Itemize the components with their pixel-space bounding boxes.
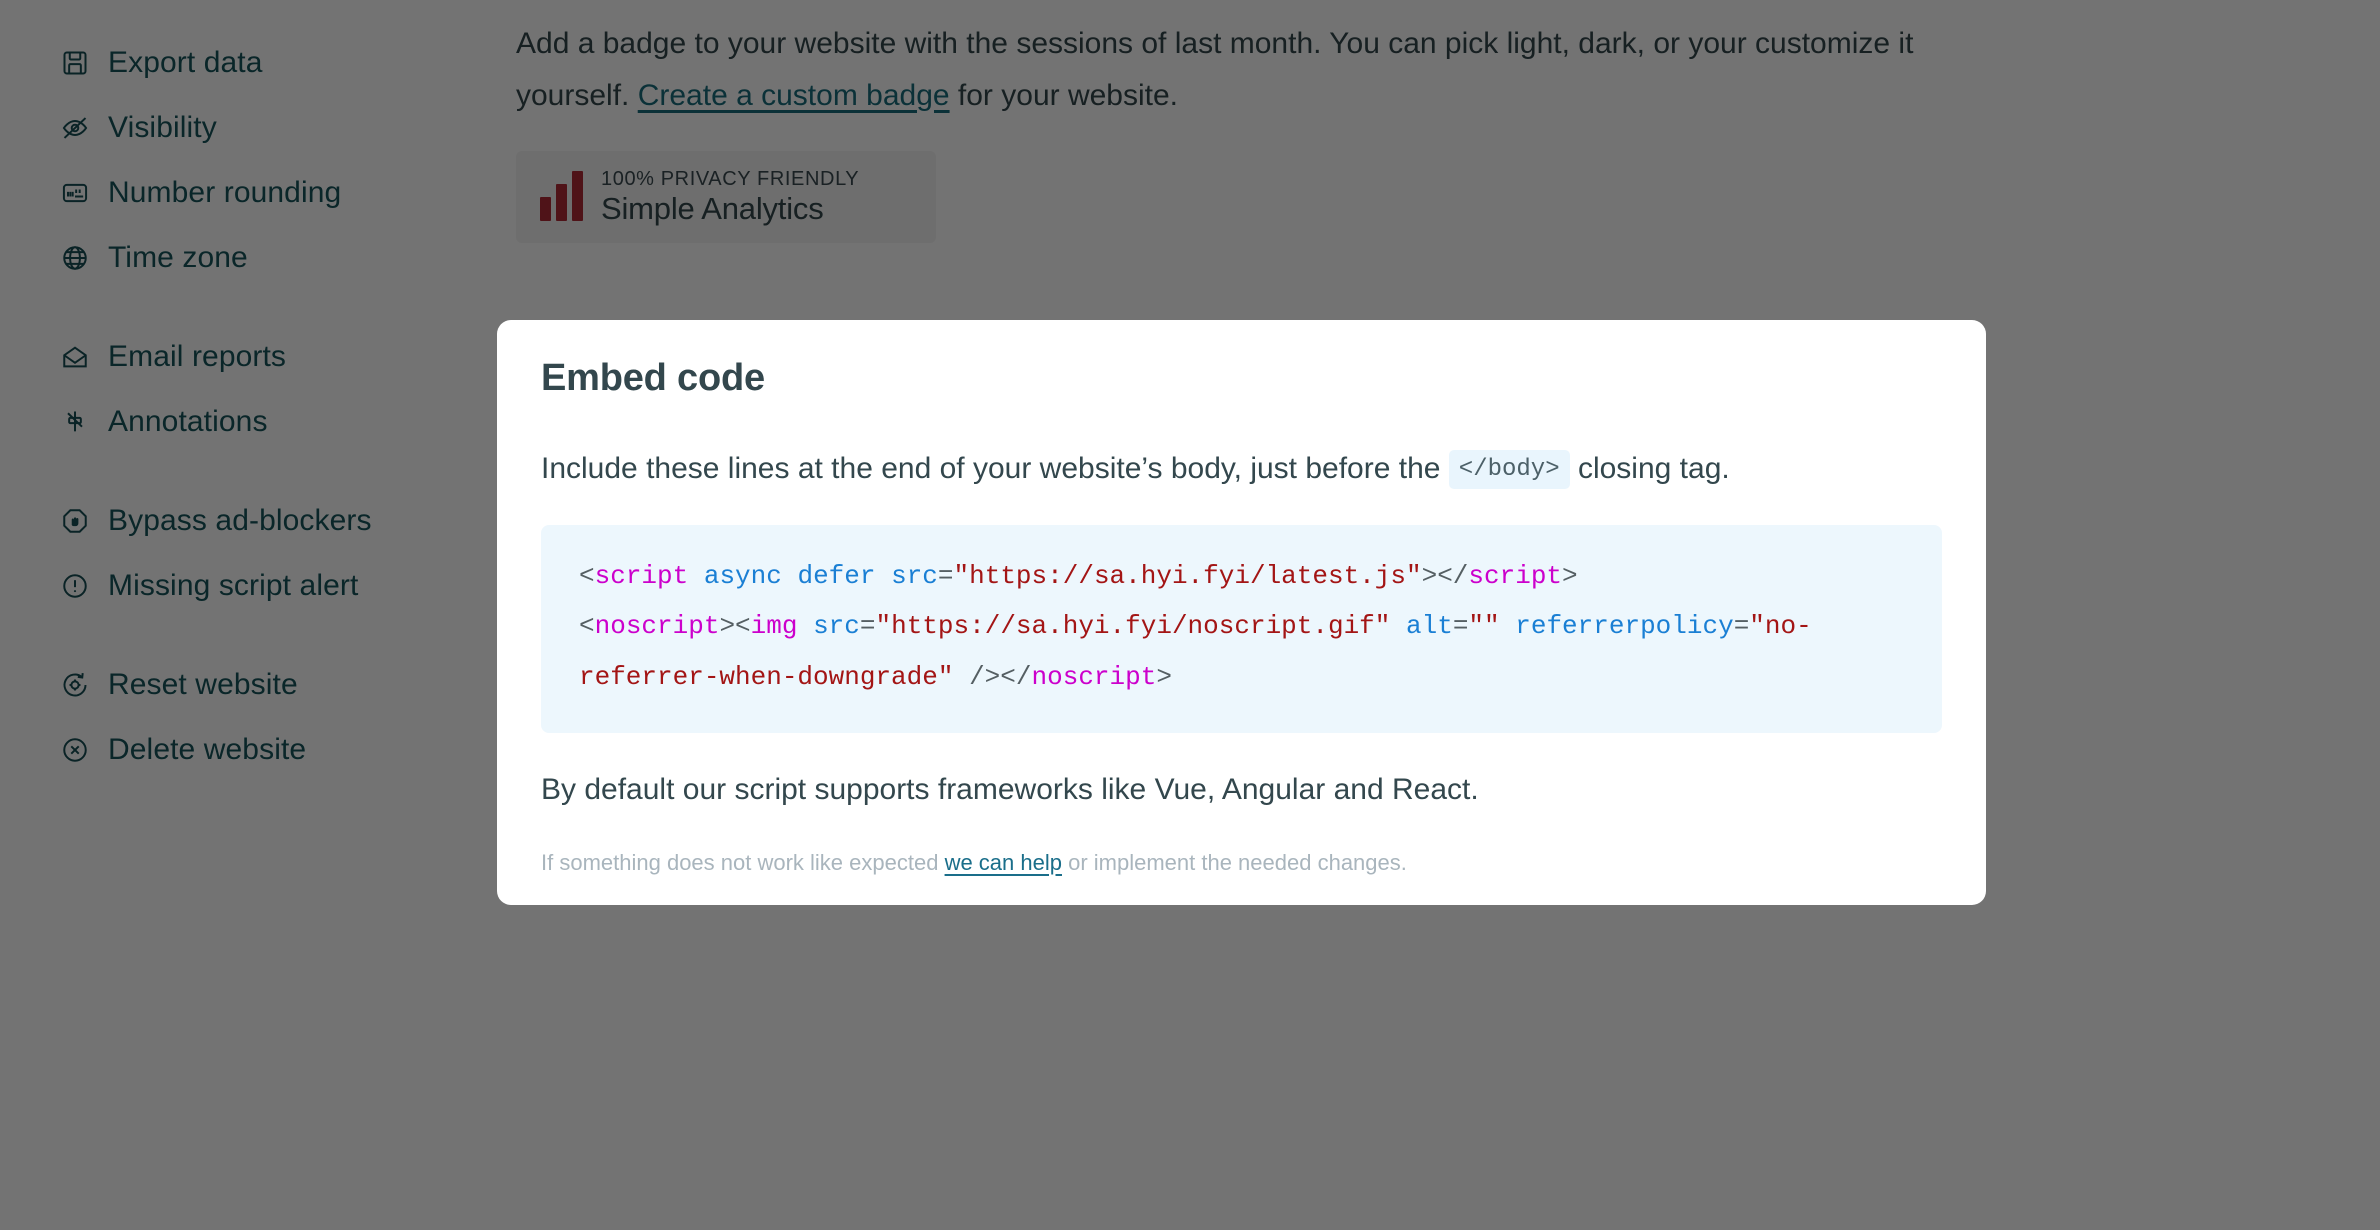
code-tag: script	[1468, 560, 1563, 591]
body-closing-tag-code: </body>	[1448, 449, 1570, 489]
code-string: ""	[1468, 611, 1500, 642]
code-attr: defer	[797, 560, 876, 591]
code-punc: >	[1156, 661, 1172, 692]
code-tag: script	[594, 560, 689, 591]
code-punc: </	[1437, 560, 1469, 591]
code-tag: noscript	[594, 611, 720, 642]
modal-footer-text-b: or implement the needed changes.	[1061, 849, 1407, 875]
code-punc: >	[1562, 560, 1578, 591]
code-attr: referrerpolicy	[1515, 611, 1734, 642]
code-tag: noscript	[1031, 661, 1157, 692]
code-string: "https://sa.hyi.fyi/latest.js"	[953, 560, 1422, 591]
modal-frameworks-note: By default our script supports framework…	[541, 772, 1479, 806]
code-punc: =	[1733, 611, 1750, 642]
modal-title: Embed code	[541, 357, 765, 399]
code-punc: >	[1421, 560, 1438, 591]
code-attr: src	[891, 560, 938, 591]
embed-code-modal: Embed code Include these lines at the en…	[497, 320, 1986, 905]
modal-lead-text-b: closing tag.	[1569, 451, 1730, 485]
modal-footer-note: If something does not work like expected…	[541, 846, 1942, 879]
modal-footer-text-a: If something does not work like expected	[541, 849, 945, 875]
embed-code-block[interactable]: <script async defer src="https://sa.hyi.…	[541, 524, 1942, 733]
code-punc: >	[719, 611, 736, 642]
code-attr: src	[813, 611, 860, 642]
code-punc: =	[937, 560, 954, 591]
code-punc: <	[735, 611, 751, 642]
code-punc: <	[579, 611, 595, 642]
code-tag: img	[750, 611, 798, 642]
code-punc: =	[859, 611, 876, 642]
code-string: "https://sa.hyi.fyi/noscript.gif"	[875, 611, 1391, 642]
code-attr: async	[703, 560, 782, 591]
we-can-help-link[interactable]: we can help	[945, 850, 1062, 875]
code-punc: <	[579, 560, 595, 591]
code-punc: />	[969, 661, 1001, 692]
code-line-1: <script async defer src="https://sa.hyi.…	[579, 551, 1904, 602]
modal-lead-paragraph: Include these lines at the end of your w…	[541, 446, 1942, 491]
code-attr: alt	[1406, 611, 1453, 642]
modal-lead-text-a: Include these lines at the end of your w…	[541, 451, 1449, 485]
code-punc: </	[1000, 661, 1032, 692]
code-line-2: <noscript><img src="https://sa.hyi.fyi/n…	[579, 601, 1904, 702]
code-punc: =	[1452, 611, 1469, 642]
